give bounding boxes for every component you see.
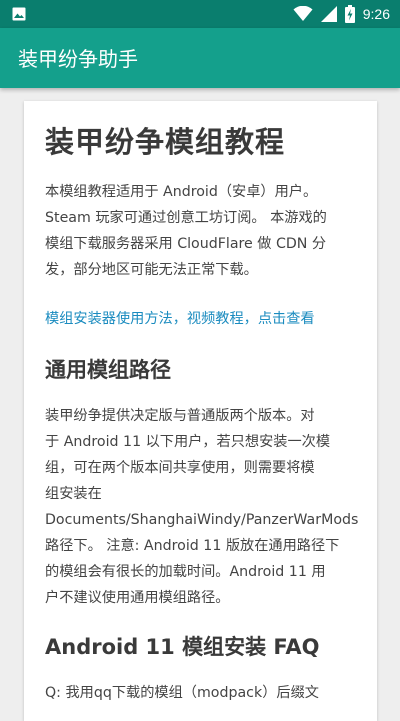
paragraph-line: Documents/ShanghaiWindy/PanzerWarMods <box>45 512 359 528</box>
section-title-general-path: 通用模组路径 <box>45 358 171 382</box>
signal-icon <box>320 6 337 22</box>
intro-paragraph: 本模组教程适用于 Android（安卓）用户。 Steam 玩家可通过创意工坊订… <box>45 179 327 283</box>
battery-icon <box>344 5 355 23</box>
image-icon <box>12 7 26 21</box>
tutorial-video-link[interactable]: 模组安装器使用方法，视频教程，点击查看 <box>45 308 315 328</box>
paragraph-line: 路径下。 注意: Android 11 版放在通用路径下 <box>45 538 340 554</box>
intro-line: Steam 玩家可通过创意工坊订阅。 本游戏的 <box>45 210 327 226</box>
faq-paragraph: Q: 我用qq下载的模组（modpack）后缀文 <box>45 680 319 706</box>
wifi-icon <box>293 6 313 21</box>
intro-line: 模组下载服务器采用 CloudFlare 做 CDN 分 <box>45 236 327 252</box>
general-path-paragraph: 装甲纷争提供决定版与普通版两个版本。对 于 Android 11 以下用户，若只… <box>45 403 358 611</box>
status-bar: 9:26 <box>0 0 400 28</box>
app-title: 装甲纷争助手 <box>18 47 138 71</box>
paragraph-line: 于 Android 11 以下用户，若只想安装一次模 <box>45 434 331 450</box>
paragraph-line: 户不建议使用通用模组路径。 <box>45 590 230 606</box>
page-title: 装甲纷争模组教程 <box>45 125 286 159</box>
intro-line: 发，部分地区可能无法正常下载。 <box>45 262 258 278</box>
paragraph-line: 装甲纷争提供决定版与普通版两个版本。对 <box>45 408 315 424</box>
section-title-android11-faq: Android 11 模组安装 FAQ <box>45 635 320 659</box>
app-bar: 装甲纷争助手 <box>0 28 400 88</box>
article-card: 装甲纷争模组教程 本模组教程适用于 Android（安卓）用户。 Steam 玩… <box>24 101 377 721</box>
paragraph-line: 的模组会有很长的加载时间。Android 11 用 <box>45 564 326 580</box>
paragraph-line: 组，可在两个版本间共享使用，则需要将模 <box>45 460 315 476</box>
paragraph-line: 组安装在 <box>45 486 102 502</box>
intro-line: 本模组教程适用于 Android（安卓）用户。 <box>45 184 318 200</box>
status-time: 9:26 <box>362 6 390 22</box>
faq-question: Q: 我用qq下载的模组（modpack）后缀文 <box>45 685 319 701</box>
